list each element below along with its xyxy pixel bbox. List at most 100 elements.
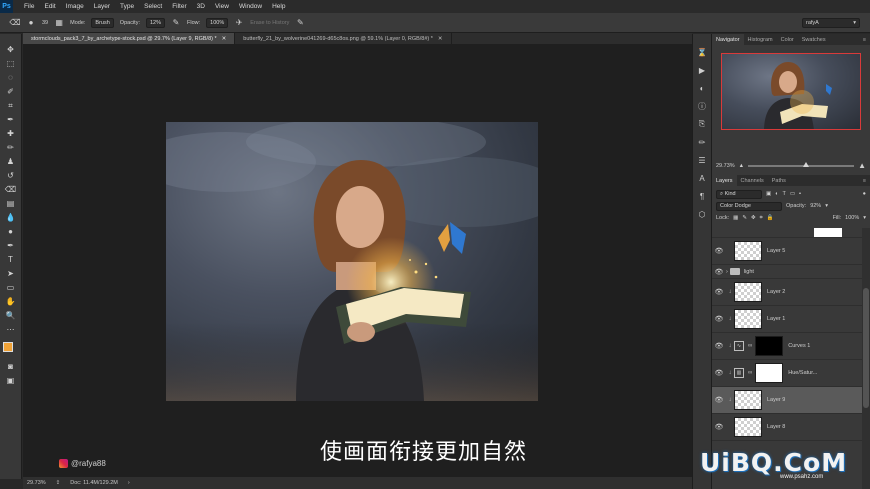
tab-color[interactable]: Color — [777, 34, 798, 45]
mode-select[interactable]: Brush — [91, 17, 114, 28]
chevron-right-icon[interactable]: › — [726, 269, 728, 275]
layer-row-layer-5[interactable]: 👁 Layer 5 — [712, 238, 862, 265]
navigator-zoom-value[interactable]: 29.73% — [716, 163, 735, 169]
layer-row-layer-2[interactable]: 👁 ↓ Layer 2 — [712, 279, 862, 306]
screen-mode-icon[interactable]: ▣ — [4, 375, 18, 386]
filter-shape-icon[interactable]: ▭ — [790, 191, 795, 197]
chevron-right-icon[interactable]: › — [128, 480, 130, 486]
hand-tool-icon[interactable]: ✋ — [4, 296, 18, 307]
filter-smart-icon[interactable]: ▪ — [799, 191, 801, 197]
tab-channels[interactable]: Channels — [737, 175, 768, 186]
foreground-color-swatch[interactable] — [2, 342, 13, 352]
close-icon[interactable]: ✕ — [222, 36, 227, 42]
zoom-slider-thumb[interactable] — [803, 161, 810, 167]
menu-type[interactable]: Type — [115, 3, 139, 10]
marquee-tool-icon[interactable]: ⬚ — [4, 58, 18, 69]
layer-row-partial[interactable] — [712, 228, 862, 238]
properties-panel-icon[interactable]: ☰ — [696, 154, 708, 166]
menu-edit[interactable]: Edit — [39, 3, 60, 10]
brush-preset-icon[interactable]: ● — [26, 18, 36, 28]
document-canvas[interactable] — [166, 122, 538, 401]
link-icon[interactable]: ∞ — [748, 370, 752, 376]
brush-panel-icon[interactable]: ▦ — [54, 18, 64, 28]
fill-value[interactable]: 100% — [845, 215, 859, 221]
3d-panel-icon[interactable]: ⬡ — [696, 208, 708, 220]
move-tool-icon[interactable]: ✥ — [4, 44, 18, 55]
tab-layers[interactable]: Layers — [712, 175, 737, 186]
quick-mask-icon[interactable]: ◙ — [4, 361, 18, 372]
opacity-value[interactable]: 92% — [810, 203, 821, 209]
layer-group-light[interactable]: 👁 › light — [712, 265, 862, 279]
crop-tool-icon[interactable]: ⌗ — [4, 100, 18, 111]
export-icon[interactable]: ⇪ — [56, 480, 61, 486]
pressure-opacity-icon[interactable]: ✎ — [171, 18, 181, 28]
type-tool-icon[interactable]: T — [4, 254, 18, 265]
adjustments-panel-icon[interactable]: ◐ — [696, 82, 708, 94]
color-swatches[interactable] — [2, 342, 19, 358]
path-select-tool-icon[interactable]: ➤ — [4, 268, 18, 279]
quick-select-tool-icon[interactable]: ✐ — [4, 86, 18, 97]
filter-type-icon[interactable]: T — [783, 191, 786, 197]
zoom-out-icon[interactable]: ▲ — [739, 163, 744, 169]
tab-paths[interactable]: Paths — [768, 175, 790, 186]
layer-name[interactable]: Layer 9 — [767, 397, 785, 403]
shape-tool-icon[interactable]: ▭ — [4, 282, 18, 293]
paragraph-panel-icon[interactable]: ¶ — [696, 190, 708, 202]
eraser-tool-icon[interactable]: ⌫ — [4, 184, 18, 195]
layer-row-layer-8[interactable]: 👁 Layer 8 — [712, 414, 862, 441]
stamp-tool-icon[interactable]: ♟ — [4, 156, 18, 167]
layer-row-curves-1[interactable]: 👁 ↓ ∿ ∞ Curves 1 — [712, 333, 862, 360]
doc-tab-stormclouds[interactable]: stormclouds_pack3_7_by_archetype-stock.p… — [23, 33, 236, 44]
layer-row-layer-9[interactable]: 👁 ↓ Layer 9 — [712, 387, 862, 414]
lock-pixels-icon[interactable]: ▦ — [733, 215, 738, 221]
clone-source-panel-icon[interactable]: ⎘ — [696, 118, 708, 130]
erase-to-history-checkbox[interactable]: Erase to History — [250, 20, 289, 26]
eyedropper-tool-icon[interactable]: ✒ — [4, 114, 18, 125]
layer-name[interactable]: Curves 1 — [788, 343, 810, 349]
eraser-icon[interactable]: ⌫ — [9, 18, 20, 28]
panel-menu-icon[interactable]: ≡ — [859, 175, 870, 186]
lock-all-icon[interactable]: 🔒 — [767, 215, 774, 221]
airbrush-icon[interactable]: ✈ — [234, 18, 244, 28]
layer-name[interactable]: Layer 1 — [767, 316, 785, 322]
layers-scrollbar[interactable] — [862, 228, 870, 489]
menu-filter[interactable]: Filter — [167, 3, 191, 10]
link-icon[interactable]: ∞ — [748, 343, 752, 349]
layer-row-layer-1[interactable]: 👁 ↓ Layer 1 — [712, 306, 862, 333]
zoom-tool-icon[interactable]: 🔍 — [4, 310, 18, 321]
dodge-tool-icon[interactable]: ● — [4, 226, 18, 237]
blend-mode-select[interactable]: Color Dodge — [716, 201, 782, 211]
canvas-area[interactable]: 使画面衔接更加自然 @rafya88 — [23, 44, 692, 477]
menu-layer[interactable]: Layer — [89, 3, 115, 10]
eye-icon[interactable]: 👁 — [712, 268, 726, 276]
pressure-size-icon[interactable]: ✎ — [295, 18, 305, 28]
menu-help[interactable]: Help — [267, 3, 290, 10]
opacity-field[interactable]: 12% — [145, 17, 165, 28]
menu-select[interactable]: Select — [139, 3, 167, 10]
workspace-select[interactable]: rafyA ▾ — [802, 18, 860, 28]
gradient-tool-icon[interactable]: ▤ — [4, 198, 18, 209]
doc-tab-butterfly[interactable]: butterfly_21_by_wolverine041269-d65c8os.… — [235, 33, 452, 44]
layer-name[interactable]: Layer 2 — [767, 289, 785, 295]
info-panel-icon[interactable]: ⓘ — [696, 100, 708, 112]
eye-icon[interactable]: 👁 — [712, 247, 726, 255]
chevron-down-icon[interactable]: ▾ — [825, 203, 828, 209]
menu-image[interactable]: Image — [61, 3, 89, 10]
eye-icon[interactable]: 👁 — [712, 369, 726, 377]
chevron-down-icon[interactable]: ▾ — [863, 215, 866, 221]
lock-paint-icon[interactable]: ✎ — [742, 215, 747, 221]
tab-swatches[interactable]: Swatches — [798, 34, 830, 45]
lasso-tool-icon[interactable]: ◌ — [4, 72, 18, 83]
eye-icon[interactable]: 👁 — [712, 288, 726, 296]
history-brush-tool-icon[interactable]: ↺ — [4, 170, 18, 181]
filter-pixel-icon[interactable]: ▣ — [766, 191, 771, 197]
more-tools-icon[interactable]: ⋯ — [4, 324, 18, 335]
tab-histogram[interactable]: Histogram — [744, 34, 777, 45]
eye-icon[interactable]: 👁 — [712, 396, 726, 404]
pen-tool-icon[interactable]: ✒ — [4, 240, 18, 251]
history-panel-icon[interactable]: ⌛ — [696, 46, 708, 58]
filter-adjustment-icon[interactable]: ◐ — [775, 191, 778, 197]
zoom-in-icon[interactable]: ▲ — [858, 161, 866, 170]
status-zoom[interactable]: 29.73% — [27, 480, 46, 486]
menu-view[interactable]: View — [210, 3, 234, 10]
